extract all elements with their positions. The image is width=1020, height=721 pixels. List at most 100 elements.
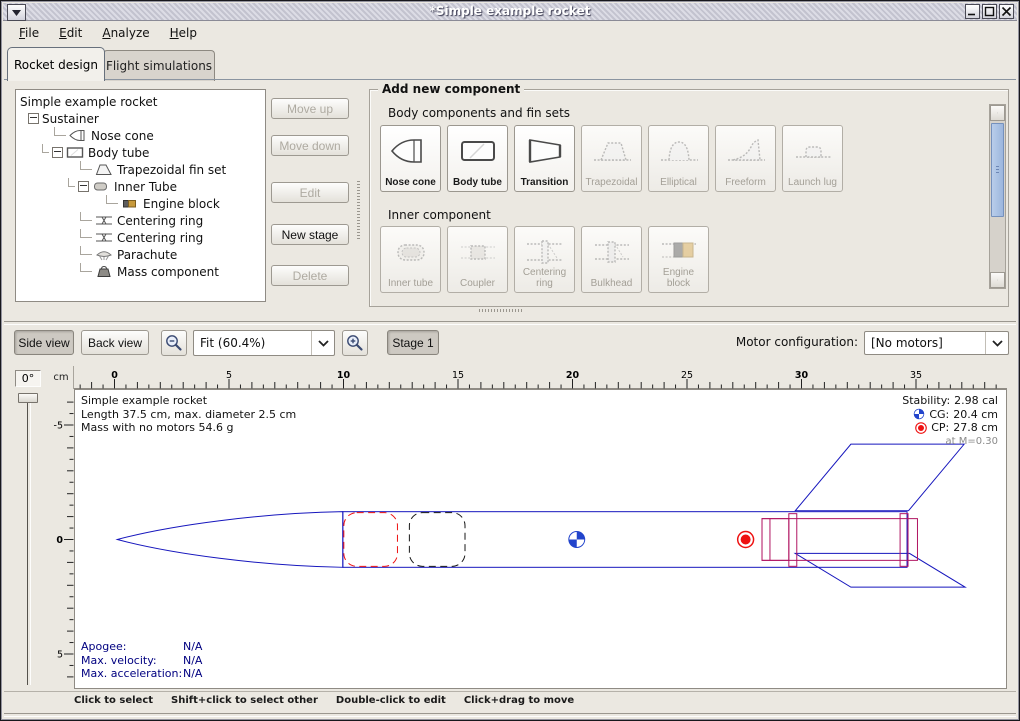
nose-cone-outline[interactable] — [117, 512, 342, 568]
svg-text:15: 15 — [452, 370, 464, 381]
apogee-label: Apogee: — [81, 640, 183, 654]
stability-label: Stability: — [902, 394, 950, 408]
chevron-down-icon — [985, 332, 1008, 354]
add-bulkhead-button: Bulkhead — [581, 226, 642, 293]
hint-click-select: Click to select — [74, 695, 153, 706]
rocket-dimensions: Length 37.5 cm, max. diameter 2.5 cm — [81, 408, 296, 422]
tree-collapse-icon[interactable] — [52, 147, 63, 158]
rotation-slider-thumb[interactable] — [18, 393, 38, 403]
rocket-diagram[interactable] — [75, 390, 1006, 688]
svg-text:0: 0 — [56, 535, 63, 546]
engine-block-outline[interactable] — [762, 519, 789, 561]
nose-cone-icon — [389, 134, 433, 168]
body-components-label: Body components and fin sets — [388, 106, 570, 120]
body-tube-outline[interactable] — [343, 512, 907, 568]
centering-ring-outline-1[interactable] — [789, 514, 797, 567]
tree-connector — [80, 229, 92, 238]
svg-text:35: 35 — [910, 370, 922, 381]
tree-item-parachute[interactable]: Parachute — [16, 246, 265, 263]
tree-connector — [42, 144, 49, 153]
motor-configuration-select[interactable]: [No motors] — [864, 331, 1009, 355]
tree-item-fin-set[interactable]: Trapezoidal fin set — [16, 161, 265, 178]
tree-item-nose-cone[interactable]: Nose cone — [16, 127, 265, 144]
tab-rocket-design[interactable]: Rocket design — [7, 47, 105, 81]
tree-item-centering-ring-2[interactable]: Centering ring — [16, 229, 265, 246]
scrollbar-thumb[interactable] — [991, 123, 1004, 217]
component-tree[interactable]: Simple example rocket Sustainer Nose con… — [15, 89, 266, 302]
parachute-outline[interactable] — [344, 513, 398, 567]
status-hints: Click to select Shift+click to select ot… — [74, 695, 574, 706]
mass-component-outline[interactable] — [409, 513, 465, 567]
zoom-in-button[interactable] — [342, 330, 368, 356]
tree-item-sustainer[interactable]: Sustainer — [16, 110, 265, 127]
svg-text:0: 0 — [111, 370, 118, 381]
svg-text:10: 10 — [337, 370, 351, 381]
cp-label: CP: — [931, 421, 949, 435]
back-view-button[interactable]: Back view — [81, 330, 149, 355]
move-up-button: Move up — [271, 98, 349, 119]
tree-item-engine-block[interactable]: Engine block — [16, 195, 265, 212]
minimize-button[interactable] — [965, 4, 980, 19]
svg-text:30: 30 — [795, 370, 809, 381]
tree-connector — [80, 161, 92, 170]
tree-item-body-tube[interactable]: Body tube — [16, 144, 265, 161]
add-centering-ring-button: Centering ring — [514, 226, 575, 293]
rocket-mass: Mass with no motors 54.6 g — [81, 421, 296, 435]
scrollbar-track[interactable] — [990, 219, 1005, 272]
zoom-level-select[interactable]: Fit (60.4%) — [193, 330, 335, 356]
ruler-unit-label: cm — [49, 366, 74, 389]
new-stage-button[interactable]: New stage — [271, 224, 349, 245]
tree-item-inner-tube[interactable]: Inner Tube — [16, 178, 265, 195]
magnifier-minus-icon — [164, 333, 184, 353]
tab-flight-simulations[interactable]: Flight simulations — [103, 50, 215, 81]
title-bar[interactable]: *Simple example rocket — [3, 3, 1017, 21]
tree-item-mass-component[interactable]: Mass component — [16, 263, 265, 280]
add-transition-button[interactable]: Transition — [514, 125, 575, 192]
tree-collapse-icon[interactable] — [28, 113, 39, 124]
tree-collapse-icon[interactable] — [78, 181, 89, 192]
coupler-icon — [456, 235, 500, 269]
maximize-button[interactable] — [982, 4, 997, 19]
scroll-up-button[interactable] — [990, 105, 1005, 121]
menu-analyze[interactable]: Analyze — [97, 24, 154, 42]
horizontal-splitter-handle[interactable] — [479, 309, 523, 312]
down-triangle-icon — [11, 8, 22, 17]
add-nose-cone-button[interactable]: Nose cone — [380, 125, 441, 192]
tree-item-rocket[interactable]: Simple example rocket — [16, 93, 265, 110]
add-body-tube-button[interactable]: Body tube — [447, 125, 508, 192]
add-engine-block-button: Engine block — [648, 226, 709, 293]
tree-item-centering-ring-1[interactable]: Centering ring — [16, 212, 265, 229]
zoom-out-button[interactable] — [161, 330, 187, 356]
inner-tube-assembly[interactable] — [762, 514, 917, 567]
system-menu-icon[interactable] — [7, 4, 26, 21]
stage-1-toggle[interactable]: Stage 1 — [387, 330, 439, 355]
fin-lower-outline[interactable] — [795, 553, 965, 587]
flight-data: Apogee: N/A Max. velocity: N/A Max. acce… — [81, 640, 202, 681]
stability-value: 2.98 cal — [954, 394, 998, 408]
fin-upper-outline[interactable] — [795, 444, 964, 511]
svg-text:-5: -5 — [54, 421, 63, 432]
transition-icon — [523, 134, 567, 168]
parachute-icon — [95, 248, 113, 261]
menu-edit[interactable]: Edit — [54, 24, 87, 42]
cp-marker — [738, 532, 754, 548]
svg-text:5: 5 — [226, 370, 232, 381]
scroll-down-button[interactable] — [990, 272, 1005, 288]
chevron-up-icon — [997, 110, 998, 116]
menu-help[interactable]: Help — [165, 24, 202, 42]
cg-marker — [569, 532, 585, 548]
add-coupler-button: Coupler — [447, 226, 508, 293]
inner-tube-outline[interactable] — [762, 519, 917, 561]
close-button[interactable] — [999, 4, 1014, 19]
bottom-divider — [4, 713, 1016, 717]
trapezoidal-fin-icon — [95, 163, 113, 176]
tree-connector — [80, 212, 92, 221]
component-scrollbar[interactable] — [989, 104, 1006, 289]
chevron-down-icon — [311, 331, 334, 355]
rocket-canvas[interactable]: Simple example rocket Length 37.5 cm, ma… — [74, 389, 1007, 689]
rotation-slider-track[interactable] — [27, 403, 31, 685]
add-component-title: Add new component — [378, 82, 524, 96]
menu-file[interactable]: File — [14, 24, 44, 42]
side-view-button[interactable]: Side view — [14, 330, 74, 355]
vertical-splitter-handle[interactable] — [357, 181, 360, 241]
